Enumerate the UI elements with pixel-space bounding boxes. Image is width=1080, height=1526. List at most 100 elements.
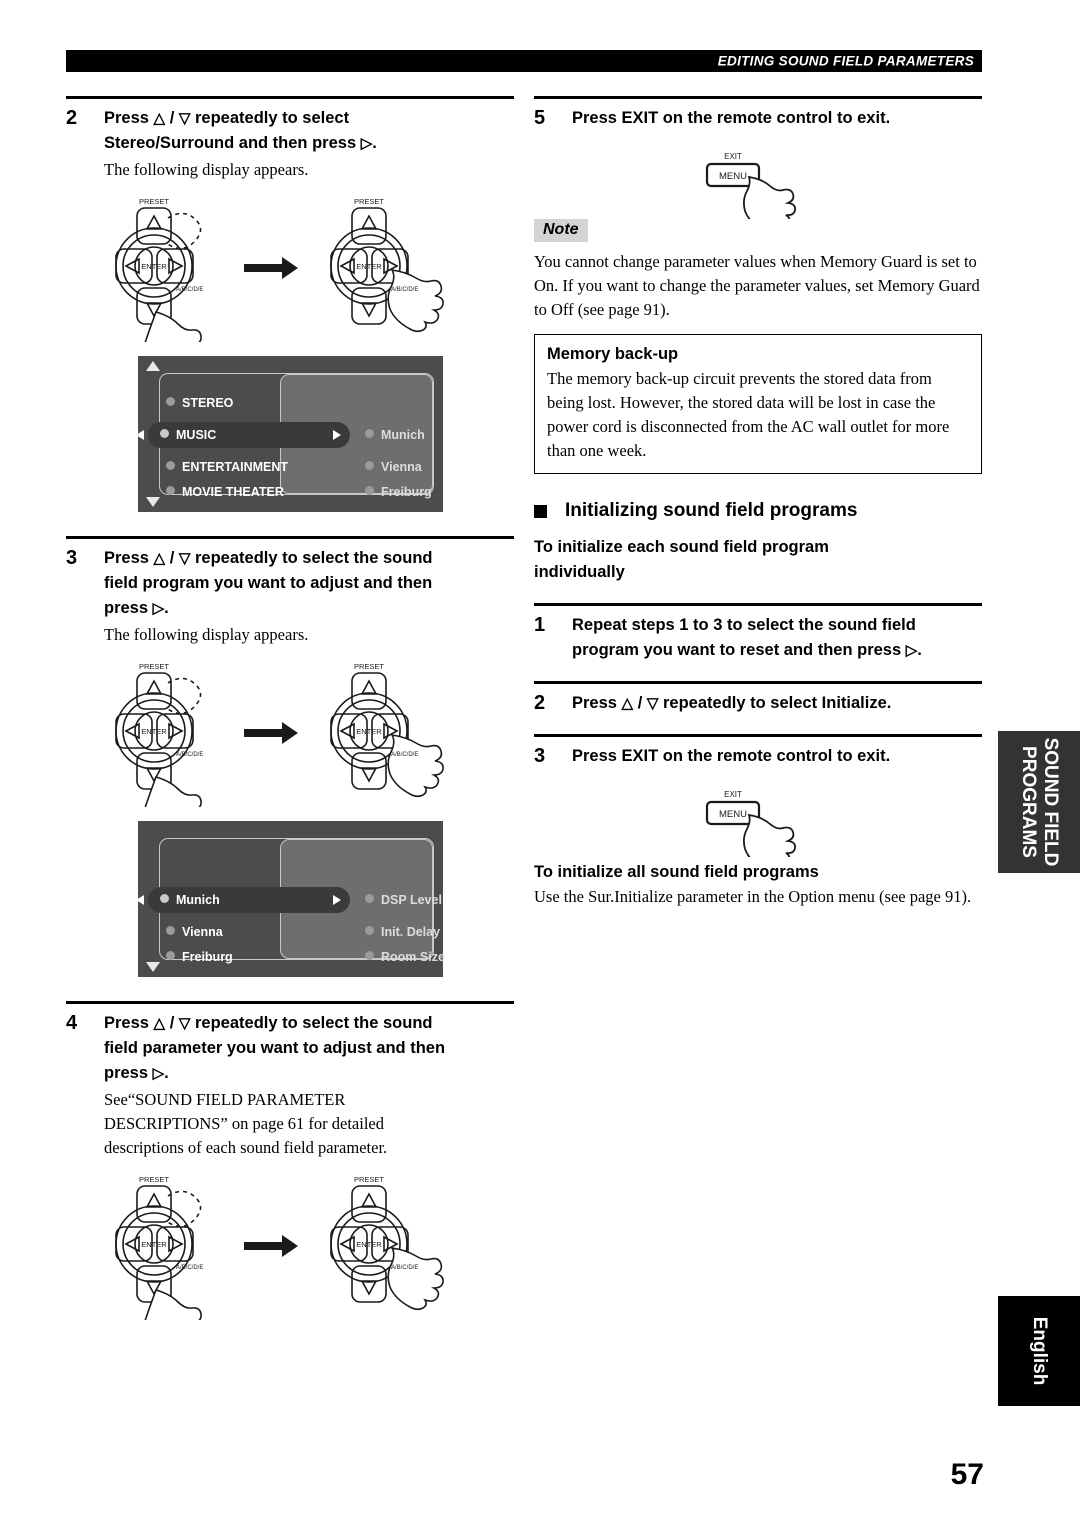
right-caret-icon	[333, 430, 341, 440]
slash-3: /	[169, 1014, 175, 1032]
side-tab-line2: PROGRAMS	[1018, 746, 1039, 858]
preset-label-1: PRESET	[139, 197, 169, 206]
side-tab-sound-field-programs[interactable]: SOUND FIELD PROGRAMS	[998, 731, 1080, 873]
preset-label-3: PRESET	[139, 662, 169, 671]
enter-label-1: ENTER	[141, 262, 167, 271]
memory-backup-text: The memory back-up circuit prevents the …	[547, 369, 950, 460]
step-3-head-part-b: repeatedly to select the sound	[190, 549, 433, 567]
step-4-number: 4	[66, 1012, 78, 1034]
step-4-head-part-b: repeatedly to select the sound	[190, 1014, 433, 1032]
slash-4: /	[637, 694, 643, 712]
memory-backup-box: Memory back-up The memory back-up circui…	[534, 334, 982, 474]
abcde-label-2: A/B/C/D/E	[391, 287, 418, 293]
exit-button-svg-2: EXIT MENU	[705, 790, 797, 857]
osd-display-1: STEREO MUSIC ENTERTAINMENT MOVIE THEATER…	[136, 356, 443, 512]
init-step-2: 2 Press △ / ▽ repeatedly to select Initi…	[534, 681, 982, 716]
abcde-label-5: A/B/C/D/E	[176, 1265, 203, 1271]
osd-1-item-vienna-label: Vienna	[381, 460, 422, 474]
osd-1-right-column: Munich Vienna Freiburg	[365, 374, 432, 499]
init-step-1-number: 1	[534, 614, 546, 636]
right-triangle-icon: ▷	[152, 600, 165, 617]
step-3-number: 3	[66, 547, 78, 569]
initialize-all-block: To initialize all sound field programs U…	[534, 861, 982, 909]
step-3-body: The following display appears.	[104, 625, 309, 644]
menu-label-2: MENU	[719, 809, 747, 820]
page-header-bar: EDITING SOUND FIELD PARAMETERS	[66, 50, 982, 72]
bullet-icon	[166, 397, 175, 406]
step-4-body: See“SOUND FIELD PARAMETER DESCRIPTIONS” …	[104, 1090, 388, 1157]
step-2-head-part-b: repeatedly to select	[190, 109, 350, 127]
down-triangle-icon: ▽	[178, 1015, 191, 1032]
osd-2-item-freiburg[interactable]: Freiburg	[166, 944, 233, 970]
init-step-2-part-b: repeatedly to select Initialize.	[658, 694, 892, 712]
step-2-head-part-d: .	[372, 134, 377, 152]
step-4-head-part-a: Press	[104, 1014, 154, 1032]
init-step-1: 1 Repeat steps 1 to 3 to select the soun…	[534, 603, 982, 663]
init-step-3: 3 Press EXIT on the remote control to ex…	[534, 734, 982, 769]
down-triangle-icon: ▽	[646, 695, 659, 712]
osd-1-item-freiburg-label: Freiburg	[381, 485, 432, 499]
osd-2-item-dsp-level-label: DSP Level	[381, 893, 442, 907]
osd-2-item-vienna-label: Vienna	[182, 925, 223, 939]
section-heading-label: Initializing sound field programs	[565, 500, 858, 521]
preset-label-6: PRESET	[354, 1175, 384, 1184]
init-step-1-line2a: program you want to reset and then press	[572, 641, 906, 659]
step-4-heading: Press △ / ▽ repeatedly to select the sou…	[104, 1011, 514, 1086]
step-2-head-part-a: Press	[104, 109, 154, 127]
preset-label-2: PRESET	[354, 197, 384, 206]
osd-1-item-movie-theater[interactable]: MOVIE THEATER	[166, 479, 284, 505]
bullet-icon	[166, 926, 175, 935]
side-tab-line1: SOUND FIELD	[1040, 737, 1061, 867]
init-step-1-line1: Repeat steps 1 to 3 to select the sound …	[572, 616, 916, 634]
right-triangle-icon: ▷	[360, 135, 373, 152]
step-3-head-part-d: .	[164, 599, 169, 617]
osd-2-item-dsp-level[interactable]: DSP Level	[365, 887, 442, 913]
init-step-1-line2b: .	[917, 641, 922, 659]
left-column: 2 Press △ / ▽ repeatedly to select Stere…	[66, 96, 514, 1320]
enter-label-6: ENTER	[356, 1240, 382, 1249]
left-caret-icon	[136, 430, 144, 440]
side-tab-sound-field-label: SOUND FIELD PROGRAMS	[1017, 738, 1061, 867]
cursor-pad-svg-3: PRESET ENTER A/B/C/D/E PRESET ENTER A/B/…	[115, 1175, 444, 1320]
preset-label-4: PRESET	[354, 662, 384, 671]
init-step-3-heading: Press EXIT on the remote control to exit…	[572, 747, 891, 765]
osd-1-item-freiburg[interactable]: Freiburg	[365, 479, 432, 505]
down-triangle-icon: ▽	[178, 550, 191, 567]
step-2-head-part-c: Stereo/Surround and then press	[104, 134, 361, 152]
menu-label-1: MENU	[719, 171, 747, 182]
osd-2-item-room-size[interactable]: Room Size	[365, 944, 445, 970]
osd-2-item-munich[interactable]: Munich	[136, 887, 350, 913]
step-4: 4 Press △ / ▽ repeatedly to select the s…	[66, 1001, 514, 1160]
up-triangle-icon: △	[153, 110, 166, 127]
abcde-label-1: A/B/C/D/E	[176, 287, 203, 293]
osd-1-item-munich[interactable]: Munich	[365, 422, 425, 448]
osd-1-item-music[interactable]: MUSIC	[136, 422, 350, 448]
init-step-2-number: 2	[534, 692, 546, 714]
osd-1-item-entertainment[interactable]: ENTERTAINMENT	[166, 454, 288, 480]
step-2-body: The following display appears.	[104, 160, 309, 179]
init-step-1-heading: Repeat steps 1 to 3 to select the sound …	[572, 613, 982, 663]
bullet-icon	[365, 894, 374, 903]
step-3-head-part-a: Press	[104, 549, 154, 567]
step-2-number: 2	[66, 107, 78, 129]
slash-1: /	[169, 109, 175, 127]
memory-backup-title: Memory back-up	[547, 345, 679, 363]
exit-label-2: EXIT	[724, 790, 742, 799]
osd-2-item-munich-label: Munich	[176, 893, 220, 907]
step-5-number: 5	[534, 107, 546, 129]
bullet-icon	[166, 486, 175, 495]
step-3-head-line2: field program you want to adjust and the…	[104, 574, 433, 592]
osd-2-item-init-delay[interactable]: Init. Delay	[365, 919, 440, 945]
left-caret-icon	[136, 895, 144, 905]
osd-2-item-vienna[interactable]: Vienna	[166, 919, 223, 945]
osd-1-item-stereo[interactable]: STEREO	[166, 390, 233, 416]
osd-1-item-vienna[interactable]: Vienna	[365, 454, 422, 480]
osd-1-scroll-down-arrow-icon	[146, 497, 160, 507]
side-tab-english-label: English	[1029, 1316, 1050, 1386]
bullet-icon	[160, 894, 169, 903]
osd-2-item-room-size-label: Room Size	[381, 950, 445, 964]
side-tab-english[interactable]: English	[998, 1296, 1080, 1406]
exit-label-1: EXIT	[724, 152, 742, 161]
page-header-title: EDITING SOUND FIELD PARAMETERS	[717, 53, 974, 69]
step-2-heading: Press △ / ▽ repeatedly to select Stereo/…	[104, 106, 514, 156]
